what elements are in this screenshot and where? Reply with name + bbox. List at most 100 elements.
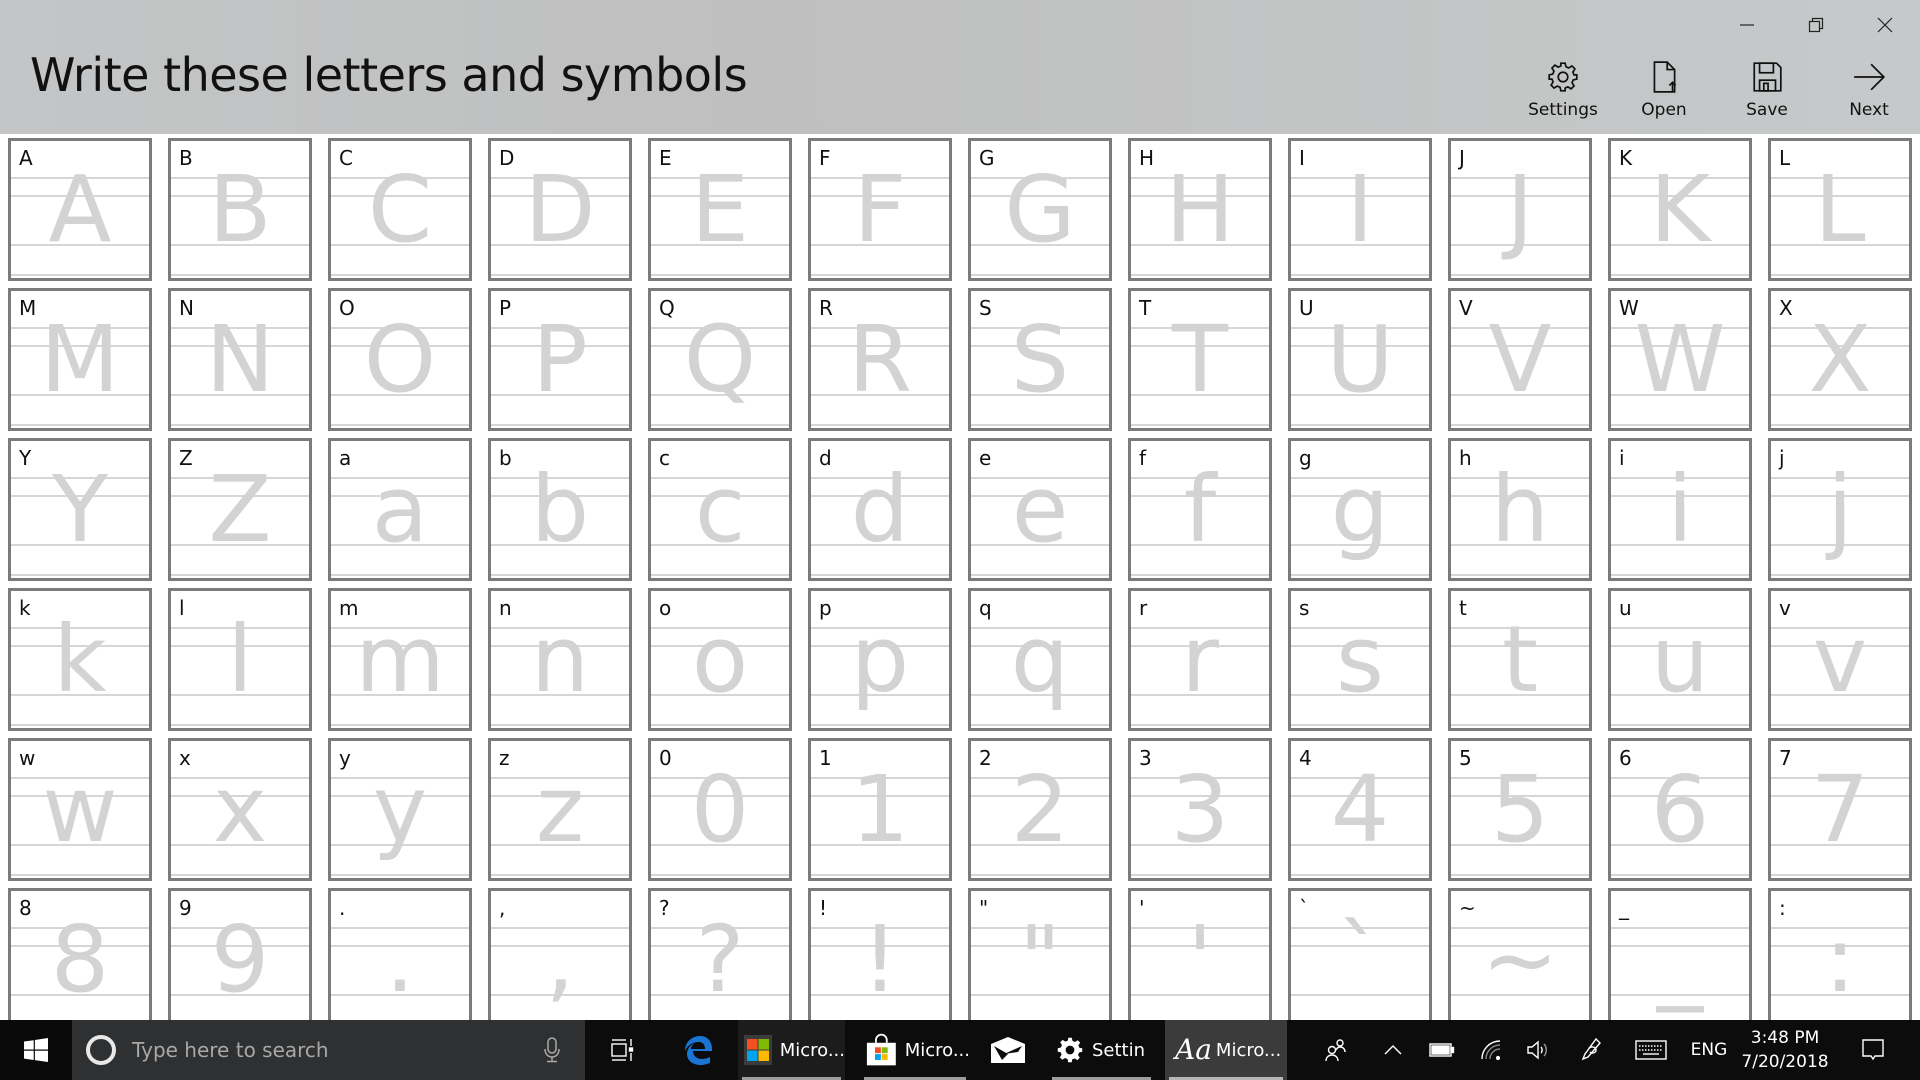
writing-cell[interactable]: 55 <box>1448 738 1592 881</box>
writing-cell[interactable]: WW <box>1608 288 1752 431</box>
people-button[interactable] <box>1318 1020 1354 1080</box>
writing-cell[interactable]: 99 <box>168 888 312 1020</box>
microphone-icon[interactable] <box>544 1037 560 1063</box>
writing-cell[interactable]: pp <box>808 588 952 731</box>
writing-cell[interactable]: DD <box>488 138 632 281</box>
restore-button[interactable] <box>1793 10 1839 40</box>
writing-cell[interactable]: AA <box>8 138 152 281</box>
next-button[interactable]: Next <box>1819 60 1919 130</box>
writing-cell[interactable]: yy <box>328 738 472 881</box>
guide-line <box>1131 424 1269 426</box>
writing-cell[interactable]: xx <box>168 738 312 881</box>
writing-cell[interactable]: .. <box>328 888 472 1020</box>
writing-cell[interactable]: nn <box>488 588 632 731</box>
writing-cell[interactable]: uu <box>1608 588 1752 731</box>
writing-cell[interactable]: LL <box>1768 138 1912 281</box>
writing-cell[interactable]: FF <box>808 138 952 281</box>
writing-cell[interactable]: ZZ <box>168 438 312 581</box>
writing-cell[interactable]: TT <box>1128 288 1272 431</box>
writing-cell[interactable]: ww <box>8 738 152 881</box>
writing-cell[interactable]: " " <box>968 888 1112 1020</box>
wifi-button[interactable] <box>1474 1020 1510 1080</box>
writing-cell[interactable]: GG <box>968 138 1112 281</box>
writing-cell[interactable]: JJ <box>1448 138 1592 281</box>
writing-cell[interactable]: 77 <box>1768 738 1912 881</box>
writing-cell[interactable]: ss <box>1288 588 1432 731</box>
writing-cell[interactable]: vv <box>1768 588 1912 731</box>
writing-cell[interactable]: UU <box>1288 288 1432 431</box>
writing-cell[interactable]: _ _ <box>1608 888 1752 1020</box>
writing-cell[interactable]: tt <box>1448 588 1592 731</box>
writing-cell[interactable]: QQ <box>648 288 792 431</box>
writing-cell[interactable]: II <box>1288 138 1432 281</box>
writing-cell[interactable]: aa <box>328 438 472 581</box>
writing-cell[interactable]: ` ` <box>1288 888 1432 1020</box>
writing-cell[interactable]: cc <box>648 438 792 581</box>
writing-cell[interactable]: 11 <box>808 738 952 881</box>
writing-cell[interactable]: ff <box>1128 438 1272 581</box>
taskbar-app-microsoft-1[interactable]: Micro... <box>738 1020 845 1080</box>
writing-cell[interactable]: zz <box>488 738 632 881</box>
writing-cell[interactable]: XX <box>1768 288 1912 431</box>
writing-cell[interactable]: gg <box>1288 438 1432 581</box>
writing-cell[interactable]: MM <box>8 288 152 431</box>
action-center-button[interactable] <box>1852 1020 1894 1080</box>
writing-cell[interactable]: oo <box>648 588 792 731</box>
writing-cell[interactable]: CC <box>328 138 472 281</box>
writing-cell[interactable]: 33 <box>1128 738 1272 881</box>
writing-cell[interactable]: NN <box>168 288 312 431</box>
taskbar-app-store[interactable]: Micro... <box>860 1020 970 1080</box>
writing-cell[interactable]: hh <box>1448 438 1592 581</box>
writing-cell[interactable]: dd <box>808 438 952 581</box>
writing-cell[interactable]: SS <box>968 288 1112 431</box>
settings-button[interactable]: Settings <box>1513 60 1613 130</box>
writing-cell[interactable]: bb <box>488 438 632 581</box>
writing-cell[interactable]: 44 <box>1288 738 1432 881</box>
writing-cell[interactable]: HH <box>1128 138 1272 281</box>
writing-cell[interactable]: mm <box>328 588 472 731</box>
writing-cell[interactable]: OO <box>328 288 472 431</box>
writing-cell[interactable]: ?? <box>648 888 792 1020</box>
task-view-button[interactable] <box>606 1020 642 1080</box>
writing-cell[interactable]: YY <box>8 438 152 581</box>
writing-cell[interactable]: !! <box>808 888 952 1020</box>
open-button[interactable]: Open <box>1614 60 1714 130</box>
battery-button[interactable] <box>1424 1020 1460 1080</box>
writing-cell[interactable]: PP <box>488 288 632 431</box>
writing-cell[interactable]: jj <box>1768 438 1912 581</box>
taskbar-edge[interactable] <box>678 1020 718 1080</box>
writing-cell[interactable]: KK <box>1608 138 1752 281</box>
taskbar-settings[interactable]: Settin <box>1048 1020 1155 1080</box>
writing-cell[interactable]: ll <box>168 588 312 731</box>
writing-cell[interactable]: ee <box>968 438 1112 581</box>
writing-cell[interactable]: BB <box>168 138 312 281</box>
minimize-button[interactable] <box>1724 10 1770 40</box>
close-button[interactable] <box>1862 10 1908 40</box>
writing-cell[interactable]: ' ' <box>1128 888 1272 1020</box>
writing-cell[interactable]: ~ ~ <box>1448 888 1592 1020</box>
save-button[interactable]: Save <box>1717 60 1817 130</box>
touch-keyboard-button[interactable] <box>1630 1020 1672 1080</box>
show-hidden-icons-button[interactable] <box>1378 1020 1408 1080</box>
writing-cell[interactable]: ,, <box>488 888 632 1020</box>
writing-cell[interactable]: 22 <box>968 738 1112 881</box>
pen-workspace-button[interactable] <box>1574 1020 1610 1080</box>
writing-cell[interactable]: RR <box>808 288 952 431</box>
writing-cell[interactable]: kk <box>8 588 152 731</box>
writing-cell[interactable]: VV <box>1448 288 1592 431</box>
writing-cell[interactable]: :: <box>1768 888 1912 1020</box>
writing-cell[interactable]: 66 <box>1608 738 1752 881</box>
writing-cell[interactable]: qq <box>968 588 1112 731</box>
writing-cell[interactable]: rr <box>1128 588 1272 731</box>
search-box[interactable]: Type here to search <box>72 1020 585 1080</box>
taskbar-app-handwriting-active[interactable]: Aa Micro... <box>1165 1020 1287 1080</box>
writing-cell[interactable]: 00 <box>648 738 792 881</box>
writing-cell[interactable]: ii <box>1608 438 1752 581</box>
volume-button[interactable] <box>1520 1020 1556 1080</box>
writing-cell[interactable]: 88 <box>8 888 152 1020</box>
start-button[interactable] <box>0 1020 72 1080</box>
taskbar-mail[interactable] <box>986 1020 1030 1080</box>
input-language-button[interactable]: ENG <box>1685 1020 1733 1080</box>
clock[interactable]: 3:48 PM 7/20/2018 <box>1740 1026 1830 1074</box>
writing-cell[interactable]: EE <box>648 138 792 281</box>
